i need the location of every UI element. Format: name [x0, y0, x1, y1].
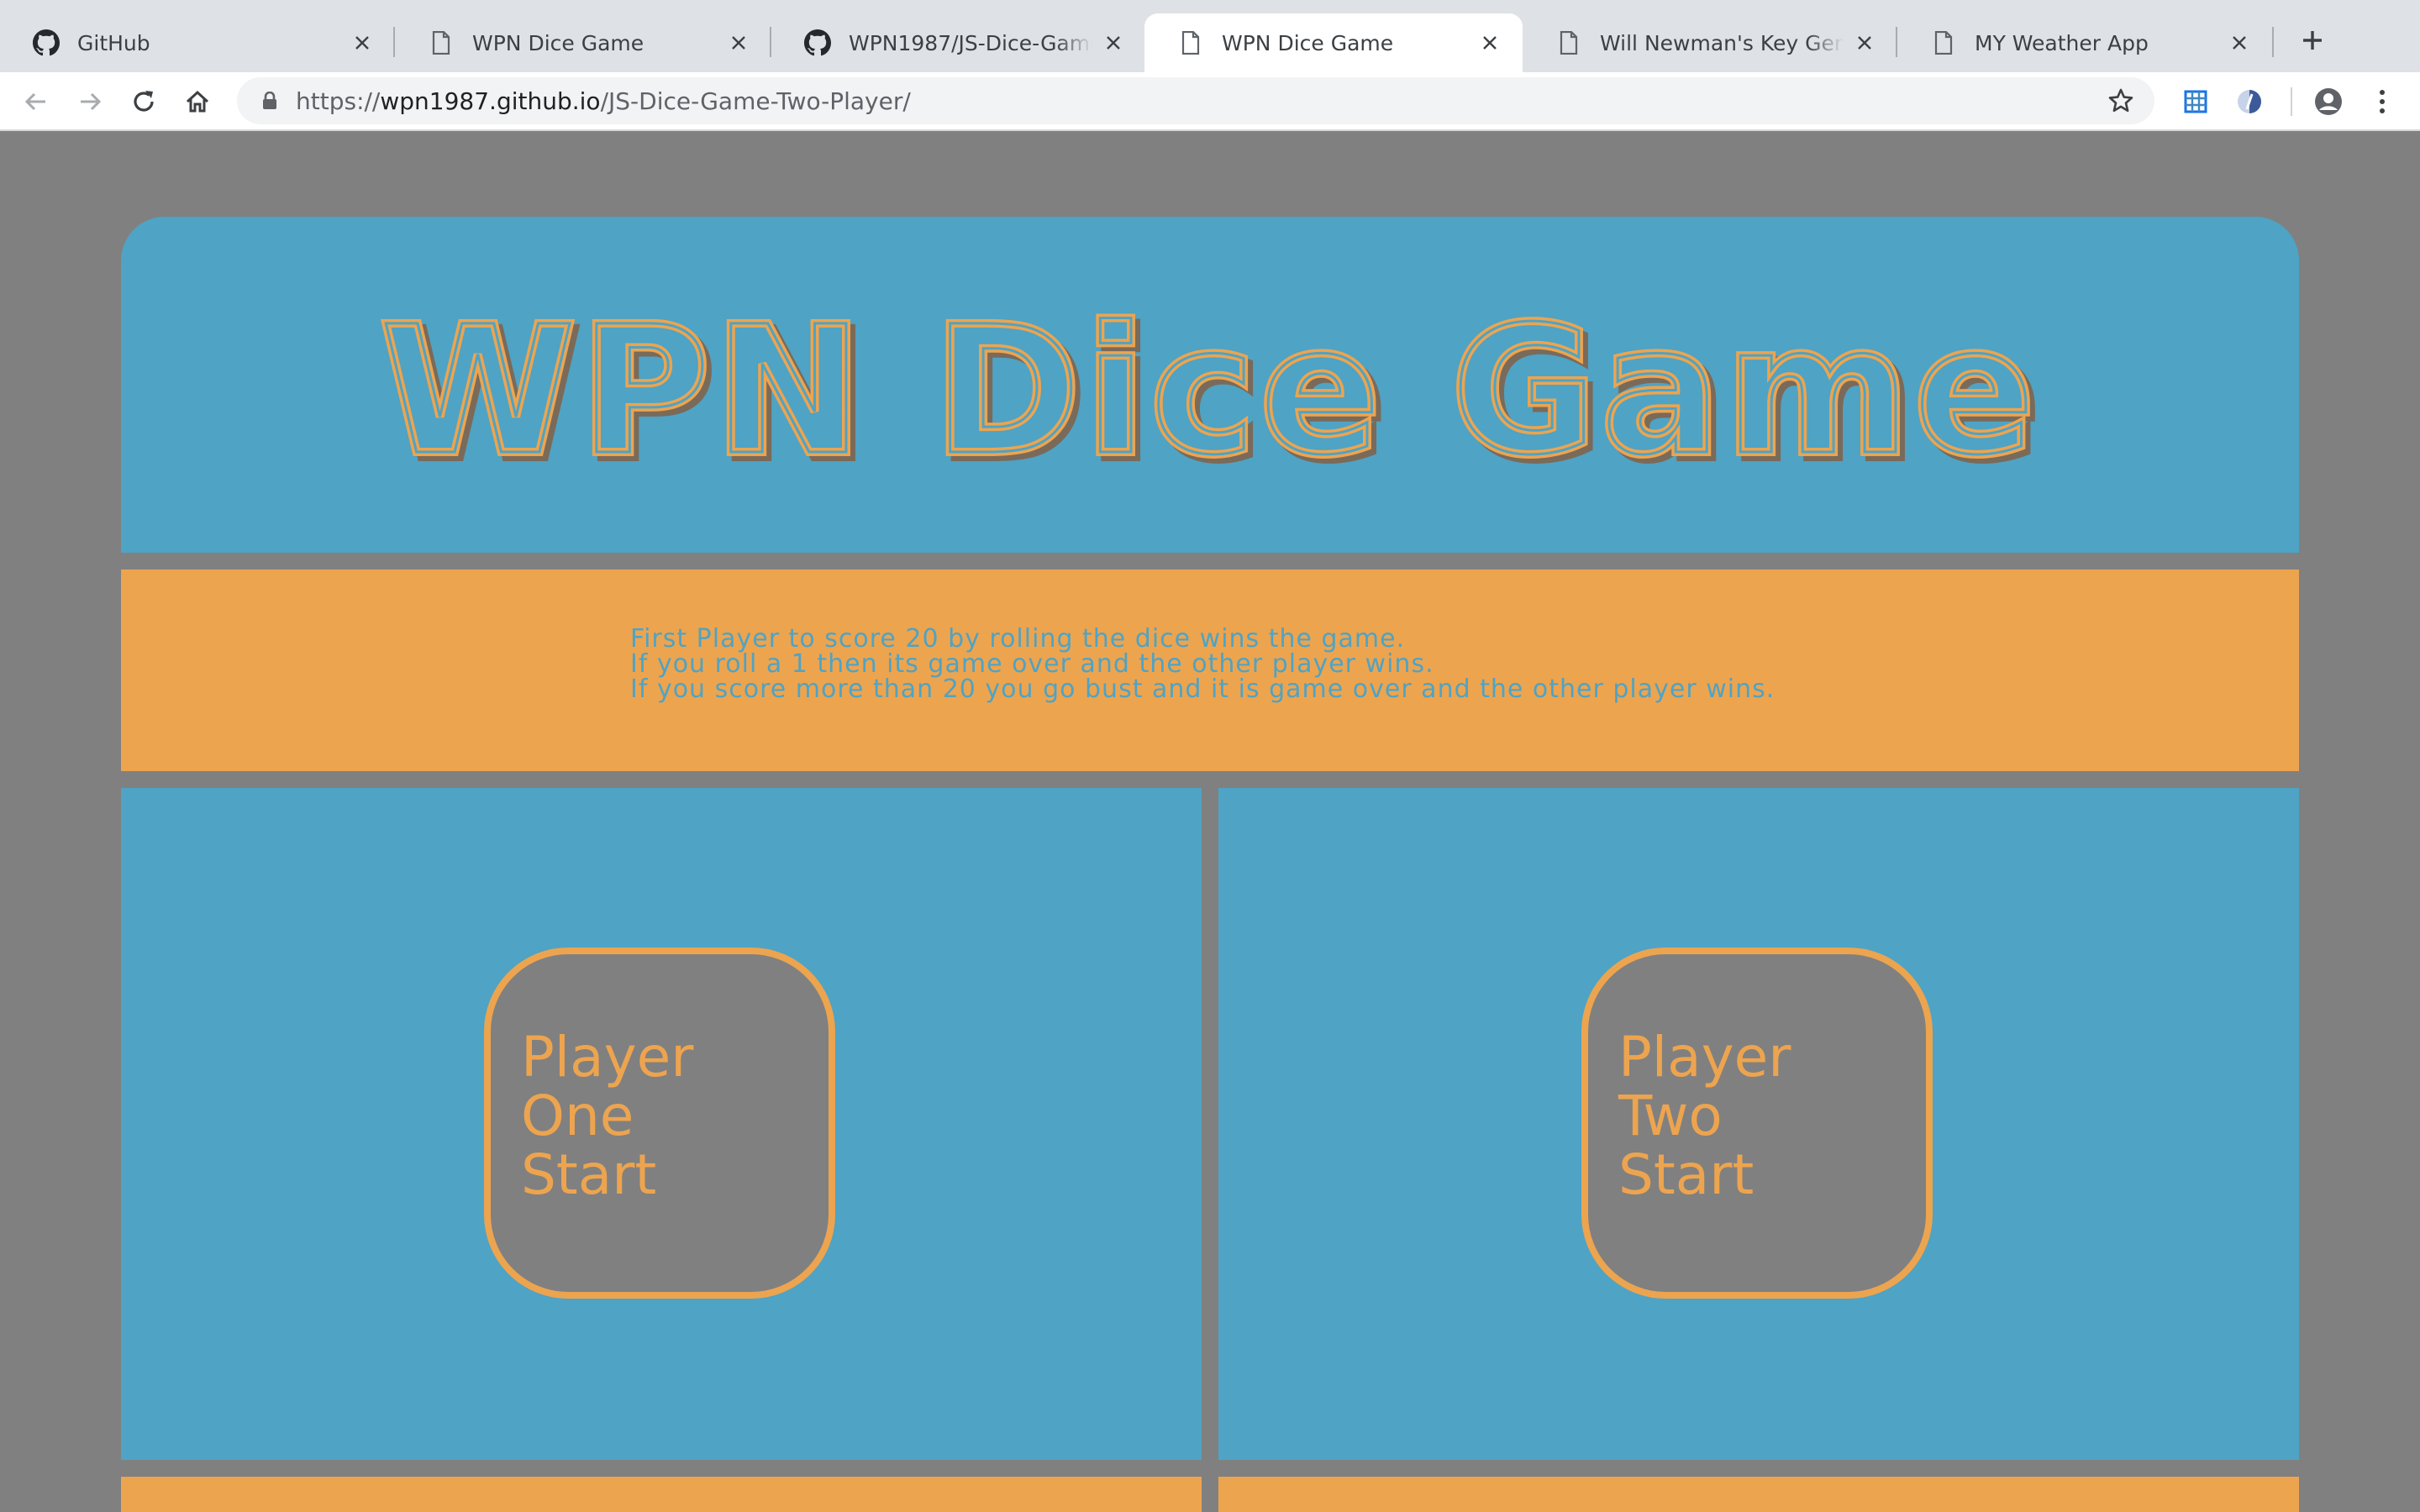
player-one-score-panel: [121, 1477, 1202, 1512]
extension-grid-icon[interactable]: [2176, 82, 2215, 121]
page-icon: [1555, 29, 1583, 57]
tab-key-generator[interactable]: Will Newman's Key Generator: [1523, 13, 1897, 72]
tab-title: GitHub: [77, 30, 150, 55]
url-text: https://wpn1987.github.io/JS-Dice-Game-T…: [296, 87, 911, 115]
github-icon: [32, 29, 60, 57]
page-icon: [427, 29, 455, 57]
tab-title: MY Weather App: [1975, 30, 2149, 55]
close-icon[interactable]: [1852, 30, 1877, 55]
label-line: Player: [1618, 1025, 1791, 1089]
close-icon[interactable]: [726, 30, 751, 55]
tab-weather-app[interactable]: MY Weather App: [1897, 13, 2272, 72]
label-line: Start: [521, 1142, 657, 1207]
player-one-start-button[interactable]: Player One Start: [484, 948, 835, 1299]
label-line: Start: [1618, 1142, 1754, 1207]
player-one-panel: Player One Start: [121, 788, 1202, 1460]
label-line: One: [521, 1084, 634, 1148]
rules-text: First Player to score 20 by rolling the …: [630, 627, 1775, 702]
tab-wpn-dice-game-active[interactable]: WPN Dice Game: [1144, 13, 1523, 72]
close-icon[interactable]: [1477, 30, 1502, 55]
home-button[interactable]: [178, 82, 217, 121]
address-bar[interactable]: https://wpn1987.github.io/JS-Dice-Game-T…: [237, 77, 2154, 124]
close-icon[interactable]: [350, 30, 375, 55]
browser-toolbar: https://wpn1987.github.io/JS-Dice-Game-T…: [0, 72, 2420, 131]
tab-separator: [2272, 27, 2274, 57]
url-path: /JS-Dice-Game-Two-Player/: [600, 87, 911, 115]
bookmark-star-icon[interactable]: [2106, 86, 2136, 116]
game-title: WPN Dice Game WPN Dice Game WPN Dice Gam…: [376, 284, 2044, 503]
close-icon[interactable]: [2227, 30, 2252, 55]
tab-github-repo[interactable]: WPN1987/JS-Dice-Game-Two-Player: [771, 13, 1146, 72]
player-two-score-panel: [1218, 1477, 2299, 1512]
reload-button[interactable]: [124, 82, 163, 121]
back-button[interactable]: [17, 82, 55, 121]
page-icon: [1176, 29, 1205, 57]
page-icon: [1929, 29, 1958, 57]
game-title-inline: WPN Dice Game: [381, 288, 2039, 494]
player-two-start-label: Player Two Start: [1618, 1028, 1791, 1205]
page-viewport: WPN Dice Game WPN Dice Game WPN Dice Gam…: [0, 131, 2420, 1512]
close-icon[interactable]: [1101, 30, 1126, 55]
rules-panel: First Player to score 20 by rolling the …: [121, 570, 2299, 771]
tab-github[interactable]: GitHub: [0, 13, 395, 72]
tab-title: WPN Dice Game: [472, 30, 644, 55]
label-line: Player: [521, 1025, 694, 1089]
player-two-panel: Player Two Start: [1218, 788, 2299, 1460]
rule-line: If you roll a 1 then its game over and t…: [630, 649, 1434, 679]
tab-strip: GitHub WPN Dice Game WPN1987/JS-Dice-Gam…: [0, 0, 2420, 72]
new-tab-button[interactable]: [2294, 22, 2331, 59]
url-host: wpn1987.github.io: [380, 87, 601, 115]
player-one-start-label: Player One Start: [521, 1028, 693, 1205]
label-line: Two: [1618, 1084, 1723, 1148]
player-two-start-button[interactable]: Player Two Start: [1581, 948, 1933, 1299]
menu-kebab-icon[interactable]: [2363, 82, 2402, 121]
tab-title: Will Newman's Key Generator: [1600, 30, 1844, 55]
lock-icon[interactable]: [257, 88, 282, 113]
rule-line: First Player to score 20 by rolling the …: [630, 624, 1406, 654]
github-icon: [803, 29, 832, 57]
url-scheme: https://: [296, 87, 381, 115]
rule-line: If you score more than 20 you go bust an…: [630, 675, 1776, 704]
tab-title: WPN Dice Game: [1222, 30, 1394, 55]
tab-wpn-dice-game[interactable]: WPN Dice Game: [395, 13, 771, 72]
tab-title: WPN1987/JS-Dice-Game-Two-Player: [849, 30, 1092, 55]
header-panel: WPN Dice Game WPN Dice Game WPN Dice Gam…: [121, 217, 2299, 553]
toolbar-separator: [2291, 87, 2292, 116]
profile-avatar-icon[interactable]: [2309, 82, 2348, 121]
extension-dark-mode-icon[interactable]: [2230, 82, 2269, 121]
forward-button[interactable]: [71, 82, 109, 121]
